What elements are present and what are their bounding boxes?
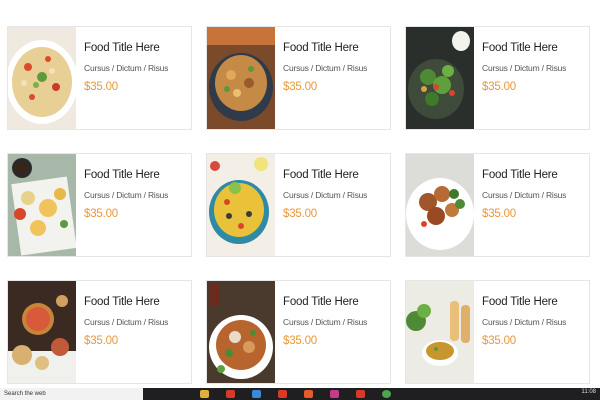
food-card-7[interactable]: Food Title Here Cursus / Dictum / Risus … xyxy=(7,280,192,384)
taskbar-clock: 11:08 xyxy=(581,389,596,395)
food-price: $35.00 xyxy=(482,208,516,220)
food-categories: Cursus / Dictum / Risus xyxy=(283,63,368,73)
folder-icon[interactable] xyxy=(200,390,209,398)
food-price: $35.00 xyxy=(84,335,118,347)
food-image-noodle-plate[interactable] xyxy=(207,281,275,383)
app-icon[interactable] xyxy=(278,390,287,398)
food-image-green-salad[interactable] xyxy=(406,27,474,129)
food-card-3[interactable]: Food Title Here Cursus / Dictum / Risus … xyxy=(405,26,590,130)
food-categories: Cursus / Dictum / Risus xyxy=(482,63,567,73)
food-card-1[interactable]: Food Title Here Cursus / Dictum / Risus … xyxy=(7,26,192,130)
food-title[interactable]: Food Title Here xyxy=(283,169,367,181)
food-card-9[interactable]: Food Title Here Cursus / Dictum / Risus … xyxy=(405,280,590,384)
food-price: $35.00 xyxy=(482,335,516,347)
food-title[interactable]: Food Title Here xyxy=(482,169,566,181)
food-price: $35.00 xyxy=(283,335,317,347)
food-title[interactable]: Food Title Here xyxy=(482,296,566,308)
food-image-pizza-spread[interactable] xyxy=(8,281,76,383)
taskbar-search-box[interactable]: Search the web xyxy=(0,388,143,400)
food-categories: Cursus / Dictum / Risus xyxy=(283,190,368,200)
food-categories: Cursus / Dictum / Risus xyxy=(84,63,169,73)
food-title[interactable]: Food Title Here xyxy=(482,42,566,54)
food-price: $35.00 xyxy=(283,208,317,220)
food-title[interactable]: Food Title Here xyxy=(283,42,367,54)
food-price: $35.00 xyxy=(482,81,516,93)
food-menu-grid: Food Title Here Cursus / Dictum / Risus … xyxy=(0,0,600,388)
food-price: $35.00 xyxy=(84,81,118,93)
app-icon[interactable] xyxy=(356,390,365,398)
food-image-soup-and-rolls[interactable] xyxy=(406,281,474,383)
food-title[interactable]: Food Title Here xyxy=(283,296,367,308)
food-card-5[interactable]: Food Title Here Cursus / Dictum / Risus … xyxy=(206,153,391,257)
food-image-yellow-rice[interactable] xyxy=(207,154,275,256)
taskbar: Search the web 11:08 xyxy=(0,388,600,400)
food-image-appetizer-platter[interactable] xyxy=(8,154,76,256)
food-categories: Cursus / Dictum / Risus xyxy=(84,190,169,200)
app-icon[interactable] xyxy=(304,390,313,398)
food-card-8[interactable]: Food Title Here Cursus / Dictum / Risus … xyxy=(206,280,391,384)
food-card-6[interactable]: Food Title Here Cursus / Dictum / Risus … xyxy=(405,153,590,257)
food-card-4[interactable]: Food Title Here Cursus / Dictum / Risus … xyxy=(7,153,192,257)
app-icon[interactable] xyxy=(330,390,339,398)
food-categories: Cursus / Dictum / Risus xyxy=(84,317,169,327)
food-title[interactable]: Food Title Here xyxy=(84,169,168,181)
food-categories: Cursus / Dictum / Risus xyxy=(482,190,567,200)
food-image-rice-salad[interactable] xyxy=(8,27,76,129)
food-price: $35.00 xyxy=(84,208,118,220)
food-categories: Cursus / Dictum / Risus xyxy=(283,317,368,327)
app-icon[interactable] xyxy=(226,390,235,398)
food-image-stir-fry[interactable] xyxy=(207,27,275,129)
food-categories: Cursus / Dictum / Risus xyxy=(482,317,567,327)
food-title[interactable]: Food Title Here xyxy=(84,296,168,308)
food-title[interactable]: Food Title Here xyxy=(84,42,168,54)
browser-icon[interactable] xyxy=(252,390,261,398)
food-image-grilled-chicken[interactable] xyxy=(406,154,474,256)
chrome-icon[interactable] xyxy=(382,390,391,398)
food-price: $35.00 xyxy=(283,81,317,93)
food-card-2[interactable]: Food Title Here Cursus / Dictum / Risus … xyxy=(206,26,391,130)
